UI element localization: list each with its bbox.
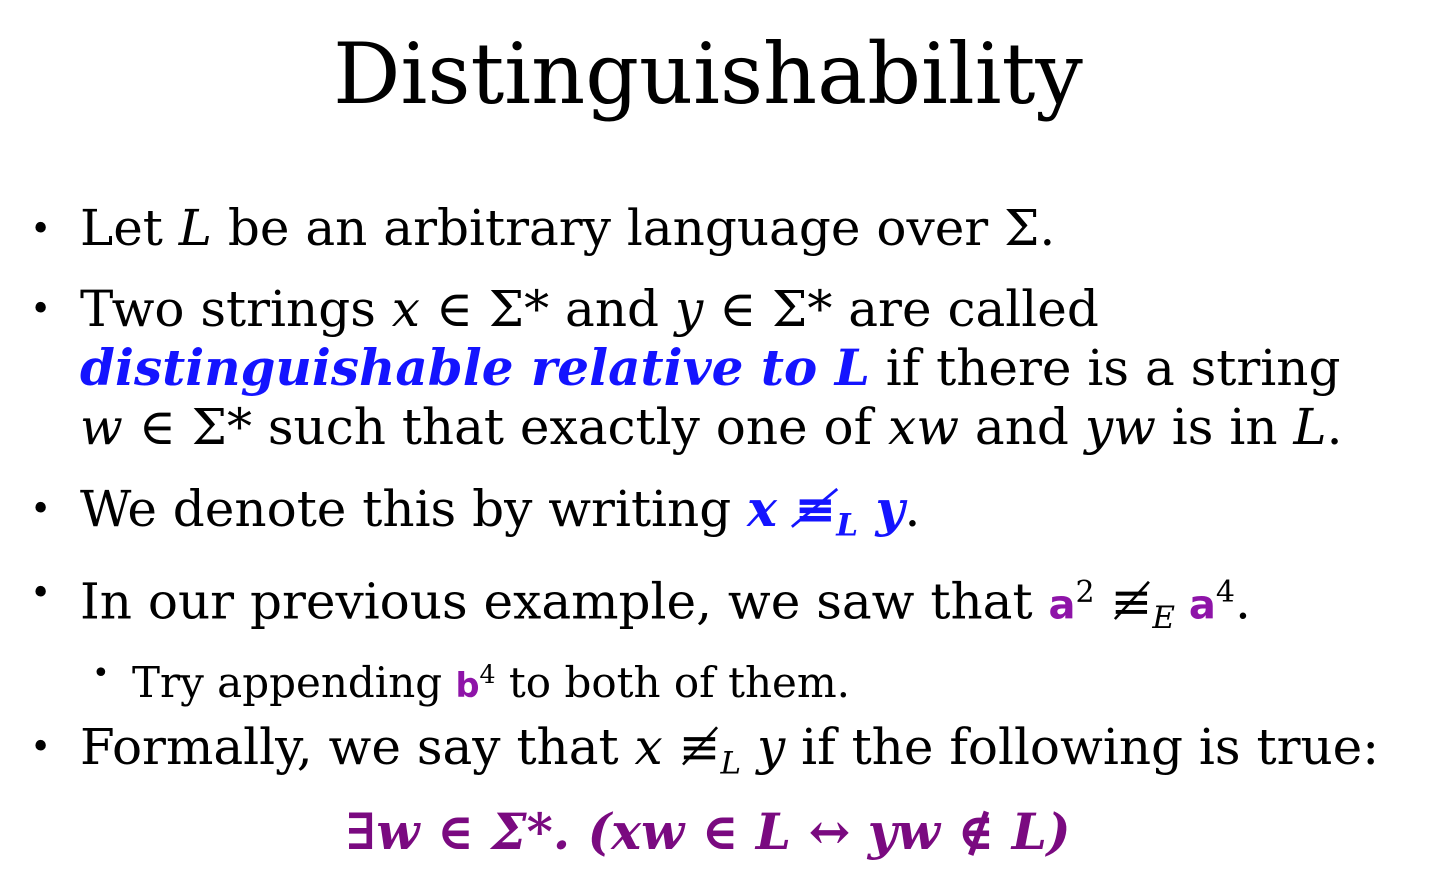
- bullet-dot: •: [30, 209, 52, 250]
- bullet-example: In our previous example, we saw that a2 …: [80, 572, 1251, 636]
- bullet-definition-language: Let L be an arbitrary language over Σ.: [80, 199, 1056, 257]
- sub-bullet-dot: •: [92, 656, 110, 691]
- bullet-dot: •: [30, 489, 52, 530]
- bullet-formal: Formally, we say that x ≢L y if the foll…: [80, 718, 1380, 782]
- sub-bullet-hint: Try appending b4 to both of them.: [132, 657, 851, 707]
- highlighted-term: distinguishable relative to L: [80, 338, 870, 397]
- formula-definition: ∃w ∈ Σ*. (xw ∈ L ↔ yw ∉ L): [345, 802, 1071, 861]
- bullet-notation: We denote this by writing x ≢L y.: [80, 479, 921, 544]
- bullet-definition-line3: w ∈ Σ* such that exactly one of xw and y…: [80, 398, 1343, 456]
- notation-distinguishable: x ≢L y: [747, 479, 905, 544]
- bullet-definition-line2: distinguishable relative to L if there i…: [80, 338, 1341, 398]
- bullet-dot: •: [30, 289, 52, 330]
- bullet-dot: •: [30, 573, 52, 614]
- bullet-definition-line1: Two strings x ∈ Σ* and y ∈ Σ* are called: [80, 280, 1099, 338]
- bullet-dot: •: [30, 727, 52, 768]
- slide-title: Distinguishability: [333, 25, 1083, 123]
